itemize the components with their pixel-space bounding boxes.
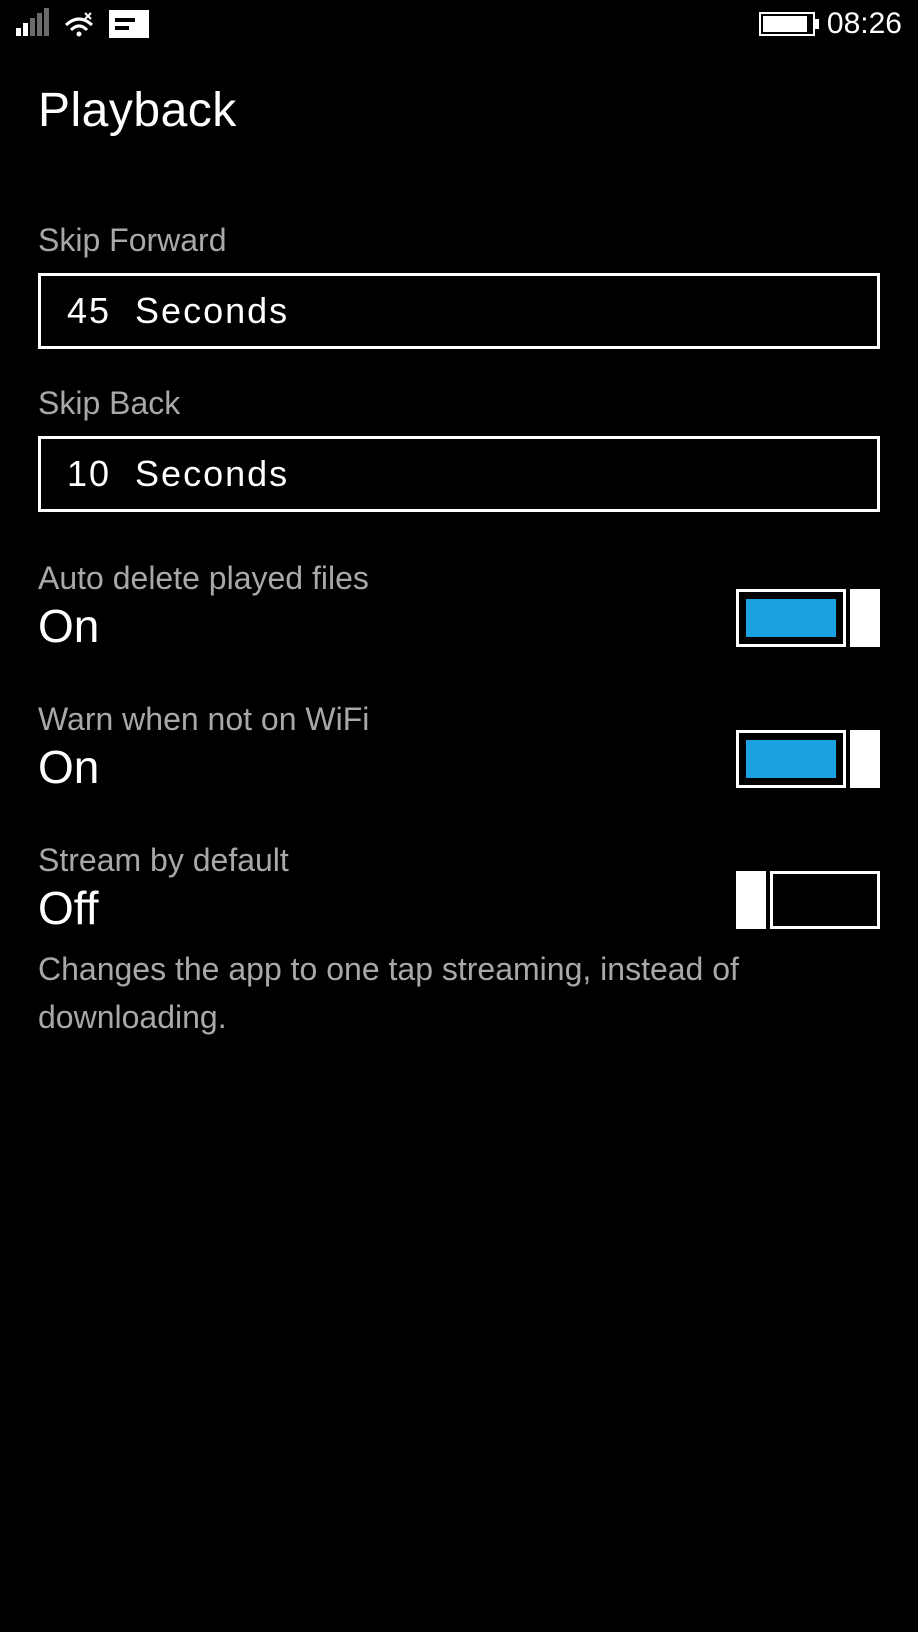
skip-forward-label: Skip Forward bbox=[38, 222, 880, 259]
auto-delete-row: Auto delete played files On bbox=[38, 560, 880, 653]
settings-content: Skip Forward 45 Seconds Skip Back 10 Sec… bbox=[0, 138, 918, 1041]
stream-default-toggle[interactable] bbox=[736, 871, 880, 929]
stream-default-description: Changes the app to one tap streaming, in… bbox=[38, 945, 880, 1041]
warn-wifi-text: Warn when not on WiFi On bbox=[38, 701, 369, 794]
skip-back-select[interactable]: 10 Seconds bbox=[38, 436, 880, 512]
stream-default-row: Stream by default Off bbox=[38, 842, 880, 935]
cellular-signal-icon bbox=[16, 12, 49, 36]
stream-default-text: Stream by default Off bbox=[38, 842, 289, 935]
toggle-group: Auto delete played files On Warn when no… bbox=[38, 560, 880, 1041]
auto-delete-value: On bbox=[38, 599, 369, 653]
warn-wifi-toggle[interactable] bbox=[736, 730, 880, 788]
notification-icon bbox=[109, 10, 149, 38]
auto-delete-text: Auto delete played files On bbox=[38, 560, 369, 653]
skip-forward-setting: Skip Forward 45 Seconds bbox=[38, 222, 880, 349]
warn-wifi-label: Warn when not on WiFi bbox=[38, 701, 369, 738]
clock: 08:26 bbox=[827, 7, 902, 41]
warn-wifi-row: Warn when not on WiFi On bbox=[38, 701, 880, 794]
skip-back-setting: Skip Back 10 Seconds bbox=[38, 385, 880, 512]
stream-default-label: Stream by default bbox=[38, 842, 289, 879]
auto-delete-toggle[interactable] bbox=[736, 589, 880, 647]
wifi-icon bbox=[63, 11, 95, 37]
page-title: Playback bbox=[0, 48, 918, 138]
skip-back-label: Skip Back bbox=[38, 385, 880, 422]
status-bar: 08:26 bbox=[0, 0, 918, 48]
warn-wifi-value: On bbox=[38, 740, 369, 794]
stream-default-value: Off bbox=[38, 881, 289, 935]
auto-delete-label: Auto delete played files bbox=[38, 560, 369, 597]
status-right: 08:26 bbox=[759, 7, 902, 41]
skip-forward-select[interactable]: 45 Seconds bbox=[38, 273, 880, 349]
battery-icon bbox=[759, 12, 815, 36]
status-left bbox=[16, 10, 149, 38]
